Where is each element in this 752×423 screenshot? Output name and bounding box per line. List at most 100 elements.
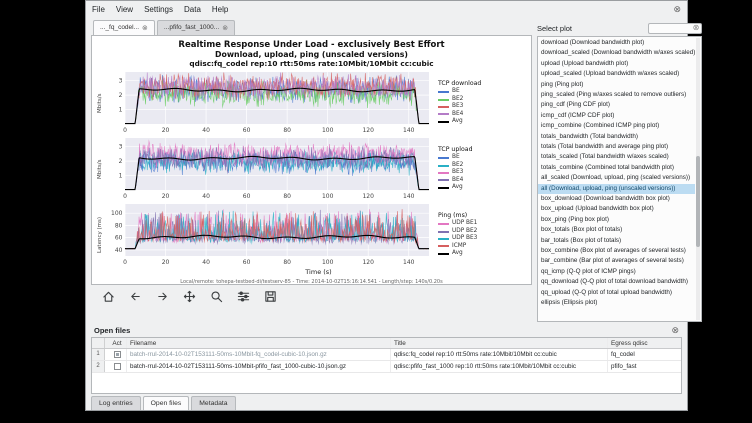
legend-title: Ping (ms) bbox=[438, 212, 523, 219]
plot-option-ellipsis[interactable]: ellipsis (Ellipsis plot) bbox=[538, 298, 695, 308]
legend-line-swatch bbox=[438, 253, 449, 255]
subplots-button[interactable] bbox=[235, 288, 252, 305]
plot-option-box_download[interactable]: box_download (Download bandwidth box plo… bbox=[538, 194, 695, 204]
plot-option-upload_scaled[interactable]: upload_scaled (Upload bandwidth w/axes s… bbox=[538, 69, 695, 79]
legend-label: BE2 bbox=[452, 96, 463, 103]
legend-line-swatch bbox=[438, 187, 449, 189]
plot-option-download[interactable]: download (Download bandwidth plot) bbox=[538, 38, 695, 48]
legend-ping: Ping (ms)UDP BE1UDP BE2UDP BE3ICMPAvg bbox=[433, 212, 523, 257]
menu-settings[interactable]: Settings bbox=[144, 5, 173, 14]
plot-list-scrollbar[interactable] bbox=[696, 38, 700, 320]
plot-option-ping_cdf[interactable]: ping_cdf (Ping CDF plot) bbox=[538, 100, 695, 110]
plot-option-box_combine[interactable]: box_combine (Box plot of averages of sev… bbox=[538, 246, 695, 256]
clear-filter-icon[interactable]: ⊗ bbox=[693, 24, 700, 32]
table-row[interactable]: 2batch-rrul-2014-10-02T153111-50ms-10Mbi… bbox=[92, 361, 681, 373]
plot-option-icmp_combine[interactable]: icmp_combine (Combined ICMP ping plot) bbox=[538, 121, 695, 131]
subplots-icon bbox=[237, 290, 250, 303]
zoom-button[interactable] bbox=[208, 288, 225, 305]
back-button[interactable] bbox=[127, 288, 144, 305]
subplot-canvas-ping[interactable] bbox=[105, 202, 433, 268]
subplots: Mbits/sTCP downloadBEBE2BE3BE4AvgMbits/s… bbox=[92, 70, 531, 268]
plot-option-icmp_cdf[interactable]: icmp_cdf (ICMP CDF plot) bbox=[538, 111, 695, 121]
plot-filter-input[interactable]: ⊗ bbox=[648, 23, 702, 34]
home-icon bbox=[102, 290, 115, 303]
legend-label: BE2 bbox=[452, 162, 463, 169]
plot-option-totals_bandwidth[interactable]: totals_bandwidth (Total bandwidth) bbox=[538, 132, 695, 142]
column-header-act: Act bbox=[105, 338, 127, 348]
plot-panel: Realtime Response Under Load - exclusive… bbox=[91, 35, 532, 285]
legend-entry: BE2 bbox=[438, 96, 523, 103]
plot-option-qq_icmp[interactable]: qq_icmp (Q-Q plot of ICMP pings) bbox=[538, 267, 695, 277]
row-number: 1 bbox=[92, 349, 105, 360]
menu-data[interactable]: Data bbox=[184, 5, 201, 14]
menu-help[interactable]: Help bbox=[212, 5, 228, 14]
home-button[interactable] bbox=[100, 288, 117, 305]
legend-label: UDP BE1 bbox=[452, 220, 477, 227]
plot-option-box_upload[interactable]: box_upload (Upload bandwidth box plot) bbox=[538, 204, 695, 214]
legend-entry: Avg bbox=[438, 118, 523, 125]
legend-entry: UDP BE1 bbox=[438, 220, 523, 227]
menu-bar: File View Settings Data Help ⊗ bbox=[86, 1, 687, 18]
scrollbar-thumb[interactable] bbox=[696, 156, 700, 246]
filename-cell: batch-rrul-2014-10-02T153111-50ms-10Mbit… bbox=[127, 349, 391, 360]
act-checkbox[interactable] bbox=[114, 363, 121, 370]
legend-entry: BE bbox=[438, 154, 523, 161]
menu-view[interactable]: View bbox=[116, 5, 133, 14]
document-tab-2[interactable]: ...pfifo_fast_1000...⊗ bbox=[157, 20, 235, 35]
legend-download: TCP downloadBEBE2BE3BE4Avg bbox=[433, 80, 523, 125]
main-area: ..._fq_codel...⊗...pfifo_fast_1000...⊗ R… bbox=[86, 18, 687, 322]
plot-option-ping_scaled[interactable]: ping_scaled (Ping w/axes scaled to remov… bbox=[538, 90, 695, 100]
forward-button[interactable] bbox=[154, 288, 171, 305]
plot-option-box_totals[interactable]: box_totals (Box plot of totals) bbox=[538, 225, 695, 235]
plot-option-totals_scaled[interactable]: totals_scaled (Total bandwidth w/axes sc… bbox=[538, 152, 695, 162]
bottom-tab-metadata[interactable]: Metadata bbox=[191, 396, 235, 410]
close-panel-icon[interactable]: ⊗ bbox=[671, 325, 679, 336]
plot-option-box_ping[interactable]: box_ping (Ping box plot) bbox=[538, 215, 695, 225]
plot-option-all_scaled[interactable]: all_scaled (Download, upload, ping (scal… bbox=[538, 173, 695, 183]
plot-option-all[interactable]: all (Download, upload, ping (unscaled ve… bbox=[538, 184, 695, 194]
plot-option-ping[interactable]: ping (Ping plot) bbox=[538, 80, 695, 90]
legend-line-swatch bbox=[438, 157, 449, 159]
tab-close-icon[interactable]: ⊗ bbox=[222, 24, 228, 32]
legend-entry: BE3 bbox=[438, 169, 523, 176]
bottom-tab-log-entries[interactable]: Log entries bbox=[91, 396, 141, 410]
document-tab-1[interactable]: ..._fq_codel...⊗ bbox=[93, 20, 155, 35]
row-number: 2 bbox=[92, 361, 105, 372]
plot-option-totals_combine[interactable]: totals_combine (Combined total bandwidth… bbox=[538, 163, 695, 173]
save-icon bbox=[264, 290, 277, 303]
legend-upload: TCP uploadBEBE2BE3BE4Avg bbox=[433, 146, 523, 191]
save-button[interactable] bbox=[262, 288, 279, 305]
plot-option-totals[interactable]: totals (Total bandwidth and average ping… bbox=[538, 142, 695, 152]
menu-file[interactable]: File bbox=[92, 5, 105, 14]
plot-option-bar_totals[interactable]: bar_totals (Box plot of totals) bbox=[538, 236, 695, 246]
subplot-canvas-download[interactable] bbox=[105, 70, 433, 136]
subplot-row-download: Mbits/sTCP downloadBEBE2BE3BE4Avg bbox=[95, 70, 531, 136]
legend-line-swatch bbox=[438, 91, 449, 93]
plot-option-upload[interactable]: upload (Upload bandwidth plot) bbox=[538, 59, 695, 69]
legend-label: UDP BE3 bbox=[452, 235, 477, 242]
subplot-canvas-upload[interactable] bbox=[105, 136, 433, 202]
legend-entry: UDP BE3 bbox=[438, 235, 523, 242]
plot-option-bar_combine[interactable]: bar_combine (Bar plot of averages of sev… bbox=[538, 256, 695, 266]
plot-option-qq_download[interactable]: qq_download (Q-Q plot of total download … bbox=[538, 277, 695, 287]
plot-list: download (Download bandwidth plot)downlo… bbox=[537, 36, 702, 322]
legend-entry: BE4 bbox=[438, 111, 523, 118]
legend-line-swatch bbox=[438, 223, 449, 225]
window-close-icon[interactable]: ⊗ bbox=[673, 5, 681, 14]
tab-label: ..._fq_codel... bbox=[100, 24, 139, 31]
bottom-tab-open-files[interactable]: Open files bbox=[143, 396, 190, 410]
legend-entry: BE3 bbox=[438, 103, 523, 110]
plot-title-line1: Realtime Response Under Load - exclusive… bbox=[92, 40, 531, 50]
act-checkbox[interactable] bbox=[114, 351, 121, 358]
plot-option-qq_upload[interactable]: qq_upload (Q-Q plot of total upload band… bbox=[538, 288, 695, 298]
legend-line-swatch bbox=[438, 238, 449, 240]
open-files-panel: Open files ⊗ ActFilenameTitleEgress qdis… bbox=[91, 324, 682, 394]
tab-close-icon[interactable]: ⊗ bbox=[142, 24, 148, 32]
plot-option-download_scaled[interactable]: download_scaled (Download bandwidth w/ax… bbox=[538, 48, 695, 58]
title-cell: qdisc:fq_codel rep:10 rtt:50ms rate:10Mb… bbox=[391, 349, 608, 360]
plot-title-line3: qdisc:fq_codel rep:10 rtt:50ms rate:10Mb… bbox=[92, 59, 531, 68]
pan-button[interactable] bbox=[181, 288, 198, 305]
select-plot-dock: Select plot ⊗ download (Download bandwid… bbox=[537, 18, 702, 322]
table-row[interactable]: 1 batch-rrul-2014-10-02T153111-50ms-10Mbi… bbox=[92, 349, 681, 361]
legend-line-swatch bbox=[438, 179, 449, 181]
